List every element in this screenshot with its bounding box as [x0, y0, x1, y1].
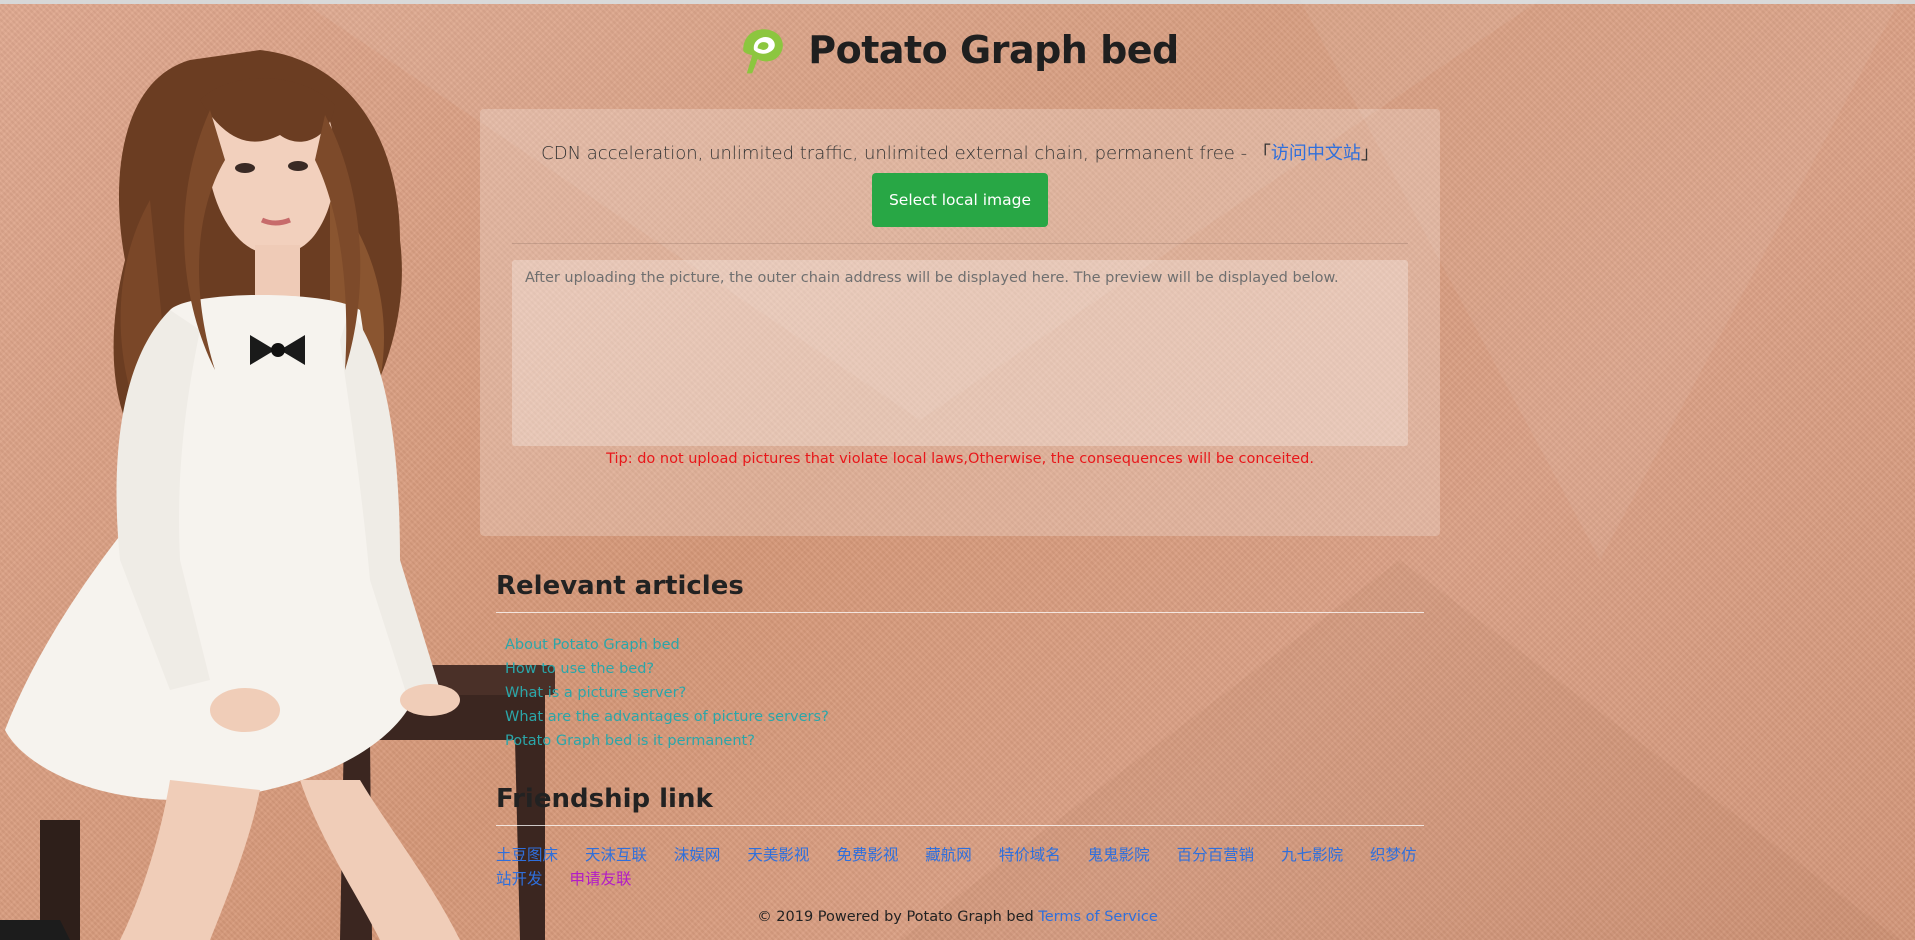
tagline-bracket-open: 「 [1252, 143, 1271, 164]
potato-logo-icon[interactable] [736, 23, 790, 77]
article-link[interactable]: What is a picture server? [505, 685, 686, 701]
tagline: CDN acceleration, unlimited traffic, unl… [480, 139, 1440, 165]
apply-friend-link[interactable]: 申请友联 [569, 870, 631, 888]
upload-panel: CDN acceleration, unlimited traffic, unl… [480, 109, 1440, 536]
upload-tip: Tip: do not upload pictures that violate… [606, 451, 1314, 467]
relevant-articles-heading: Relevant articles [496, 571, 744, 601]
footer: © 2019 Powered by Potato Graph bed Terms… [0, 909, 1915, 925]
friend-link[interactable]: 藏航网 [925, 846, 972, 864]
site-title[interactable]: Potato Graph bed [808, 28, 1179, 72]
article-link[interactable]: What are the advantages of picture serve… [505, 709, 829, 725]
divider [512, 243, 1408, 244]
list-item: Potato Graph bed is it permanent? [505, 729, 829, 753]
chinese-site-link[interactable]: 访问中文站 [1271, 143, 1361, 164]
friendship-links: 土豆图床 天沫互联 沫娱网 天美影视 免费影视 藏航网 特价域名 鬼鬼影院 百分… [496, 843, 1424, 891]
article-link[interactable]: About Potato Graph bed [505, 637, 680, 653]
article-link[interactable]: How to use the bed? [505, 661, 654, 677]
tagline-bracket-close: 」 [1360, 143, 1379, 164]
friend-link[interactable]: 天美影视 [747, 846, 809, 864]
divider [496, 612, 1424, 613]
tagline-text: CDN acceleration, unlimited traffic, unl… [541, 143, 1253, 164]
outer-chain-address-textarea[interactable] [512, 260, 1408, 446]
friend-link[interactable]: 百分百营销 [1177, 846, 1255, 864]
friendship-link-heading: Friendship link [496, 784, 713, 814]
list-item: About Potato Graph bed [505, 633, 829, 657]
list-item: What are the advantages of picture serve… [505, 705, 829, 729]
footer-text: © 2019 Powered by Potato Graph bed [757, 909, 1039, 925]
site-header: Potato Graph bed [0, 20, 1915, 80]
friend-link[interactable]: 沫娱网 [674, 846, 721, 864]
articles-list: About Potato Graph bed How to use the be… [505, 633, 829, 753]
terms-of-service-link[interactable]: Terms of Service [1038, 909, 1157, 925]
friend-link[interactable]: 鬼鬼影院 [1088, 846, 1150, 864]
friend-link[interactable]: 免费影视 [836, 846, 898, 864]
friend-link[interactable]: 特价域名 [999, 846, 1061, 864]
list-item: What is a picture server? [505, 681, 829, 705]
friend-link[interactable]: 土豆图床 [496, 846, 558, 864]
article-link[interactable]: Potato Graph bed is it permanent? [505, 733, 755, 749]
friend-link[interactable]: 九七影院 [1281, 846, 1343, 864]
divider [496, 825, 1424, 826]
model-background-image [0, 50, 555, 940]
list-item: How to use the bed? [505, 657, 829, 681]
select-local-image-button[interactable]: Select local image [872, 173, 1048, 227]
friend-link[interactable]: 天沫互联 [585, 846, 647, 864]
